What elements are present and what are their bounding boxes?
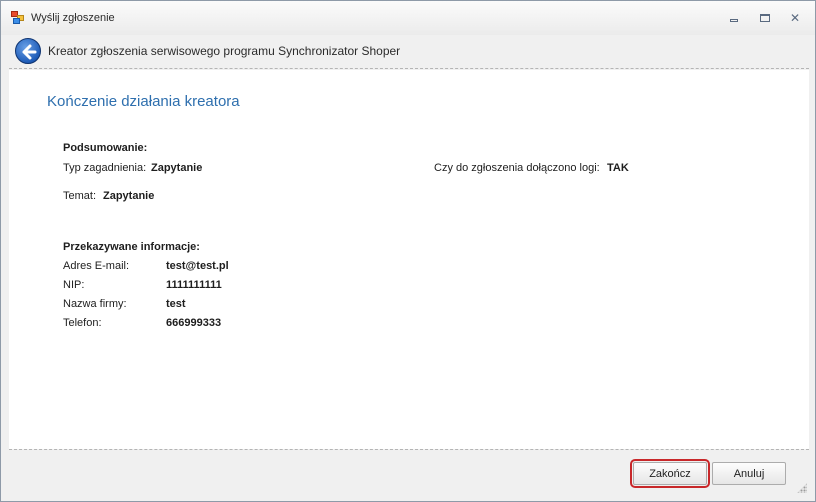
issue-type-label: Typ zagadnienia: xyxy=(63,162,147,174)
email-label: Adres E-mail: xyxy=(63,260,130,272)
window-title: Wyślij zgłoszenie xyxy=(31,12,115,24)
wizard-footer: Zakończ Anuluj xyxy=(9,449,809,495)
wizard-content: Kończenie działania kreatora Podsumowani… xyxy=(9,70,809,449)
nip-value: 1111111111 xyxy=(166,279,222,291)
phone-label: Telefon: xyxy=(63,317,102,329)
company-name-value: test xyxy=(166,298,186,310)
maximize-icon[interactable] xyxy=(757,11,773,25)
subject-value: Zapytanie xyxy=(103,190,155,202)
issue-type-value: Zapytanie xyxy=(151,162,203,174)
subject-label: Temat: xyxy=(63,190,97,202)
app-icon xyxy=(11,11,25,24)
minimize-icon[interactable] xyxy=(726,11,742,25)
cancel-button[interactable]: Anuluj xyxy=(712,462,786,485)
close-icon[interactable]: ✕ xyxy=(787,11,803,25)
wizard-window: Wyślij zgłoszenie ✕ Kreator zgłoszenia s… xyxy=(0,0,816,502)
logs-attached-label: Czy do zgłoszenia dołączono logi: xyxy=(434,162,600,174)
finish-button[interactable]: Zakończ xyxy=(630,459,710,488)
back-arrow-icon[interactable] xyxy=(15,38,41,64)
info-heading: Przekazywane informacje: xyxy=(63,241,200,253)
email-value: test@test.pl xyxy=(166,260,229,272)
nip-label: NIP: xyxy=(63,279,85,291)
logs-attached-value: TAK xyxy=(607,162,629,174)
page-title: Kończenie działania kreatora xyxy=(47,93,240,110)
wizard-header-title: Kreator zgłoszenia serwisowego programu … xyxy=(48,44,401,58)
resize-grip-icon[interactable] xyxy=(797,483,807,493)
company-name-label: Nazwa firmy: xyxy=(63,298,127,310)
title-bar[interactable]: Wyślij zgłoszenie ✕ xyxy=(1,1,815,35)
phone-value: 666999333 xyxy=(166,317,222,329)
summary-heading: Podsumowanie: xyxy=(63,142,148,154)
wizard-header: Kreator zgłoszenia serwisowego programu … xyxy=(9,35,809,69)
